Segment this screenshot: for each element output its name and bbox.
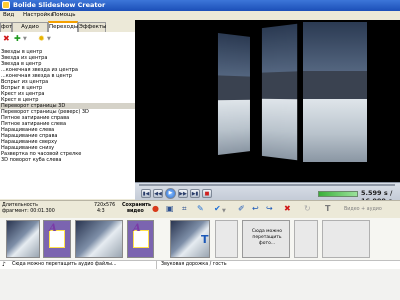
tab-label: Переходы [49, 24, 79, 30]
music-note-icon: ♪ [2, 261, 6, 268]
drop-hint: Сюда можно перетащить фото... [251, 229, 283, 246]
rotate-icon[interactable]: ↻ [304, 205, 311, 213]
aspect-ratio-label: 4:3 [97, 209, 105, 214]
preview-area [135, 20, 400, 182]
duration-label: Длительность [2, 203, 38, 208]
slide-thumbnail[interactable] [6, 220, 40, 258]
undo-icon[interactable]: ↩ [252, 205, 259, 213]
check-icon[interactable]: ✔ [214, 205, 221, 213]
preview-panel-left [217, 33, 250, 155]
audio-drop-hint: Сюда можно перетащить аудио файлы... [12, 262, 117, 267]
empty-transition-slot[interactable] [294, 220, 318, 258]
transition-item-label: 3D поворот куба слева [1, 157, 62, 163]
player-controls: ▮◀ ◀◀ ▶ ▶▶ ▶▮ ■ 5.599 s / 16.999 s [135, 182, 400, 205]
red-x-icon[interactable]: ✖ [3, 35, 10, 43]
tab-bar: фото Аудио файлы Переходы Эффекты [0, 20, 135, 39]
transitions-list: Звезды в центр Звезда из центра Звезда в ц… [0, 45, 136, 199]
resolution-label: 720x576 [94, 203, 116, 208]
window-title: Bolide Slideshow Creator [13, 1, 106, 9]
audio-file-label[interactable]: Звуковая дорожка / гость [161, 261, 227, 269]
save-video-label-bottom[interactable]: видео [127, 209, 144, 214]
tab-transitions[interactable]: Переходы [48, 21, 78, 32]
volume-slider[interactable] [318, 191, 358, 197]
tab-photos[interactable]: фото [0, 22, 16, 32]
delete-icon[interactable]: ✖ [284, 205, 291, 213]
timeline: A A T Сюда можно перетащить фото... [0, 218, 400, 260]
star-icon[interactable]: ✹ [38, 35, 45, 43]
slide-thumbnail[interactable] [75, 220, 123, 258]
prev-icon[interactable]: ▮◀ [141, 189, 151, 198]
empty-slide-slot[interactable] [322, 220, 370, 258]
rewind-icon[interactable]: ◀◀ [153, 189, 163, 198]
title-bar: Bolide Slideshow Creator [0, 0, 400, 11]
tab-audio[interactable]: Аудио файлы [12, 22, 48, 39]
photo-drop-zone[interactable]: Сюда можно перетащить фото... [242, 220, 290, 258]
next-icon[interactable]: ▶▮ [190, 189, 200, 198]
timeline-mode-label[interactable]: Видео + аудио [344, 207, 382, 212]
status-area [0, 269, 400, 300]
save-disk-icon[interactable]: ▣ [166, 205, 174, 213]
save-video-label-top[interactable]: Сохранить [122, 203, 151, 208]
text-icon[interactable]: T [325, 205, 330, 213]
edit-icon[interactable]: ✎ [197, 205, 204, 213]
menu-settings[interactable]: Настройка [23, 12, 54, 18]
record-icon[interactable]: ● [152, 205, 159, 213]
menu-help[interactable]: Помощь [52, 12, 75, 18]
seek-bar[interactable] [139, 184, 395, 186]
transitions-toolbar: ✖ ✚ ▼ ✹ ▼ [0, 32, 135, 46]
menu-view[interactable]: Вид [3, 12, 14, 18]
stop-icon[interactable]: ■ [202, 189, 212, 198]
timeline-toolbar: Длительность фрагмент: 00:01.300 720x576… [0, 200, 400, 219]
app-icon [2, 1, 10, 9]
preview-panel-right [303, 22, 367, 162]
fragment-duration[interactable]: фрагмент: 00:01.300 [2, 209, 55, 214]
forward-icon[interactable]: ▶▶ [178, 189, 188, 198]
play-icon[interactable]: ▶ [165, 188, 176, 199]
tab-label: Эффекты [79, 24, 107, 30]
redo-icon[interactable]: ↪ [266, 205, 273, 213]
tab-effects[interactable]: Эффекты [78, 22, 107, 32]
chevron-down-icon[interactable]: ▼ [23, 35, 27, 43]
green-plus-icon[interactable]: ✚ [14, 35, 21, 43]
empty-transition-slot[interactable] [215, 220, 238, 258]
transition-thumbnail[interactable]: A [127, 220, 154, 258]
preview-panel-middle [261, 23, 298, 161]
text-icon: T [201, 233, 209, 246]
transition-item[interactable]: 3D поворот куба слева [0, 157, 135, 163]
chevron-down-icon[interactable]: ▼ [222, 207, 226, 215]
transition-thumbnail[interactable]: A [43, 220, 71, 258]
chevron-down-icon[interactable]: ▼ [47, 35, 51, 43]
crop-icon[interactable]: ⌗ [182, 205, 187, 213]
pen-icon[interactable]: ✐ [238, 205, 245, 213]
